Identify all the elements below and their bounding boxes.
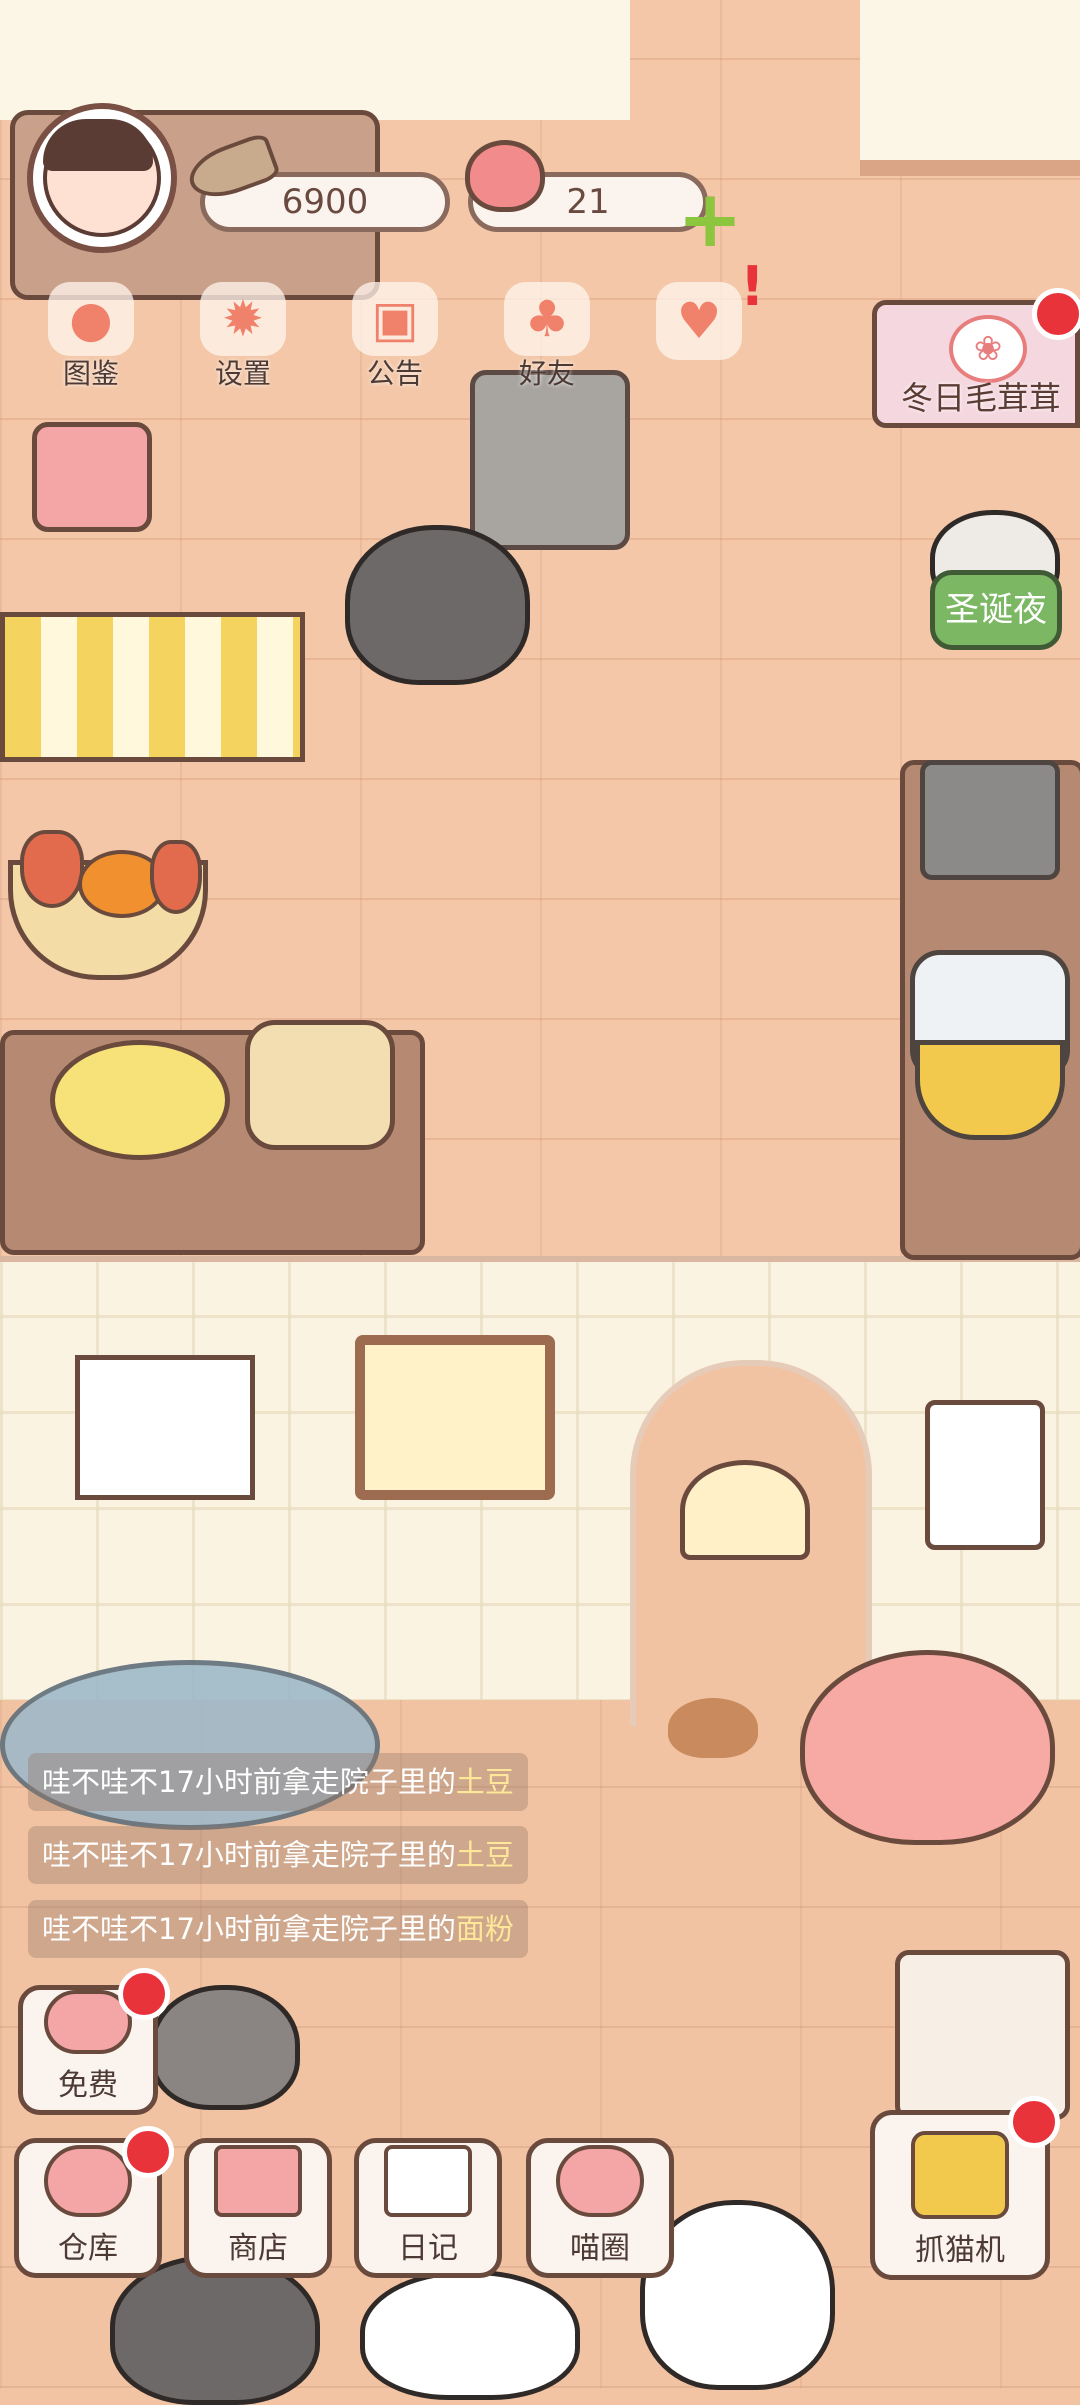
log-text: 17小时前拿走院子里的 (158, 1838, 456, 1872)
carrot-icon (20, 830, 84, 908)
poop-icon[interactable] (668, 1698, 758, 1758)
log-item: 土豆 (455, 1765, 514, 1799)
free-label: 免费 (58, 2068, 118, 2103)
log-text: 17小时前拿走院子里的 (158, 1765, 456, 1799)
log-text: 17小时前拿走院子里的 (158, 1912, 456, 1946)
warehouse-notification-dot (122, 2126, 174, 2178)
friends-label: 好友 (518, 357, 575, 390)
heart-currency-icon (465, 140, 545, 212)
vending-machine[interactable] (895, 1950, 1070, 2120)
claw-notification-dot (1008, 2096, 1060, 2148)
announcement-label: 公告 (366, 357, 423, 390)
cat-glasses[interactable] (150, 1985, 300, 2110)
player-avatar[interactable] (27, 103, 177, 253)
friends-button[interactable]: ♣ 好友 (492, 282, 602, 392)
settings-button[interactable]: ✹ 设置 (188, 282, 298, 392)
friends-icon: ♣ (504, 282, 590, 356)
cat-bow[interactable] (360, 2270, 580, 2400)
event-title: 冬日毛茸茸 (900, 379, 1061, 417)
stove[interactable] (470, 370, 630, 550)
settings-label: 设置 (214, 357, 271, 390)
activity-log-item: 哇不哇不17小时前拿走院子里的面粉 (28, 1900, 528, 1958)
planet-cat-icon (556, 2145, 644, 2217)
sushi-poster[interactable] (75, 1355, 255, 1500)
alert-icon: ! (740, 255, 765, 318)
free-notification-dot (118, 1968, 170, 2020)
kitchen-wall-left (0, 0, 630, 120)
gear-icon: ✹ (200, 282, 286, 356)
toaster[interactable] (920, 760, 1060, 880)
catalog-label: 图鉴 (62, 357, 119, 390)
avatar-face (43, 119, 161, 237)
diary-icon (384, 2145, 472, 2217)
announcement-button[interactable]: ▣ 公告 (340, 282, 450, 392)
cat-gray-tabby[interactable] (345, 525, 530, 685)
bear-painting[interactable] (355, 1335, 555, 1500)
heart-amount: 21 (566, 182, 610, 222)
log-user: 哇不哇不 (42, 1838, 159, 1872)
kitchen-wall-right (860, 0, 1080, 176)
pink-beanbag[interactable] (800, 1650, 1055, 1845)
mushroom-sack[interactable] (245, 1020, 395, 1150)
log-user: 哇不哇不 (42, 1912, 159, 1946)
pendant-lamp[interactable] (680, 1460, 810, 1560)
shop-icon (214, 2145, 302, 2217)
event-notification-dot (1032, 288, 1080, 340)
cat-book-icon: ● (48, 282, 134, 356)
catalog-button[interactable]: ● 图鉴 (36, 282, 146, 392)
log-item: 土豆 (455, 1838, 514, 1872)
log-user: 哇不哇不 (42, 1765, 159, 1799)
activity-log-item: 哇不哇不17小时前拿走院子里的土豆 (28, 1826, 528, 1884)
warehouse-label: 仓库 (58, 2231, 118, 2266)
shop-button[interactable]: 商店 (184, 2138, 332, 2278)
heart-mail-icon: ♥ (656, 282, 742, 360)
diary-label: 日记 (398, 2231, 458, 2266)
christmas-event-button[interactable]: 圣诞夜 (930, 570, 1062, 650)
cat-circle-button[interactable]: 喵圈 (526, 2138, 674, 2278)
striped-rug[interactable] (0, 612, 305, 762)
diary-button[interactable]: 日记 (354, 2138, 502, 2278)
coin-amount: 6900 (281, 182, 369, 222)
lemon-icon[interactable] (50, 1040, 230, 1160)
mail-button[interactable]: ♥ (644, 282, 754, 392)
cat-wall-hanging[interactable] (925, 1400, 1045, 1550)
claw-machine-label: 抓猫机 (915, 2233, 1005, 2268)
gift-icon: ▣ (352, 282, 438, 356)
add-hearts-button[interactable]: + (675, 181, 745, 259)
shop-label: 商店 (228, 2231, 288, 2266)
carrot-icon (150, 840, 202, 914)
log-item: 面粉 (455, 1912, 514, 1946)
claw-icon (911, 2131, 1009, 2219)
cooking-pot[interactable] (915, 1040, 1065, 1140)
notepad-button[interactable] (32, 422, 152, 532)
activity-log-item: 哇不哇不17小时前拿走院子里的土豆 (28, 1753, 528, 1811)
bowl-icon (44, 2145, 132, 2217)
cat-circle-label: 喵圈 (570, 2231, 630, 2266)
